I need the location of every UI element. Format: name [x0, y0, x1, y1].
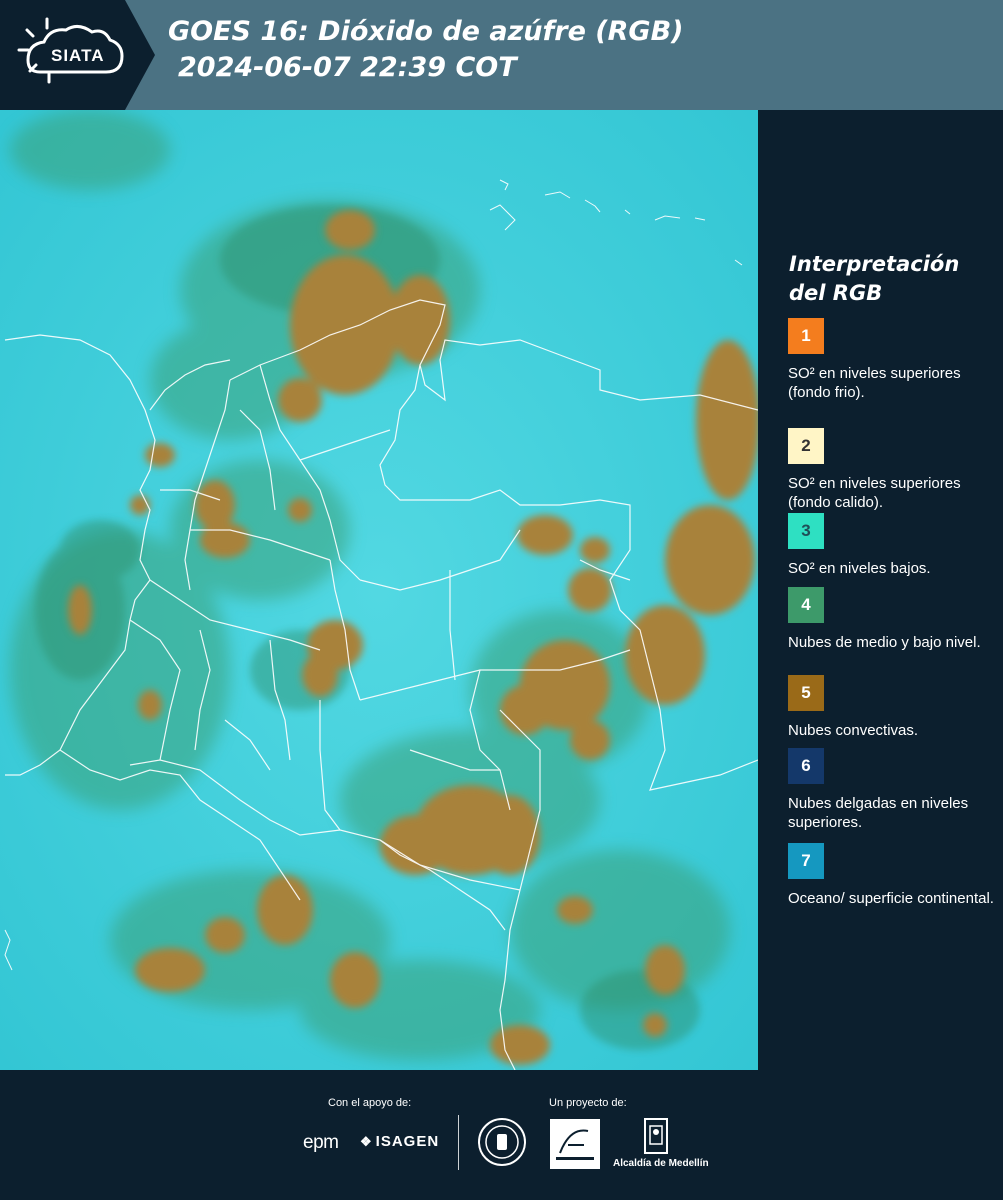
- legend-item: 5 Nubes convectivas.: [788, 675, 998, 740]
- legend-title: Interpretación del RGB: [789, 250, 989, 308]
- legend-swatch: 2: [788, 428, 824, 464]
- legend-text: Nubes convectivas.: [788, 722, 919, 739]
- isagen-text: ISAGEN: [375, 1133, 440, 1150]
- siata-logo: SIATA: [0, 0, 155, 110]
- legend-text: Oceano/ superficie continental.: [788, 890, 994, 907]
- area-metropolitana-logo: [550, 1119, 600, 1169]
- medellin-seal-logo: [478, 1118, 526, 1166]
- legend-item: 3 SO² en niveles bajos.: [788, 513, 998, 578]
- header-bar: SIATA GOES 16: Dióxido de azúfre (RGB) 2…: [0, 0, 1003, 110]
- satellite-map: [0, 110, 758, 1070]
- alcaldia-label: Alcaldía de Medellín: [613, 1158, 709, 1169]
- legend-text: Nubes de medio y bajo nivel.: [788, 634, 981, 651]
- legend-swatch: 3: [788, 513, 824, 549]
- legend-item: 6 Nubes delgadas en niveles superiores.: [788, 748, 998, 832]
- legend-item: 4 Nubes de medio y bajo nivel.: [788, 587, 998, 652]
- isagen-mark-icon: ❖: [360, 1134, 373, 1149]
- legend-item: 2 SO² en niveles superiores (fondo calido…: [788, 428, 998, 512]
- legend-text: SO² en niveles superiores (fondo frio).: [788, 365, 961, 401]
- legend-text: SO² en niveles bajos.: [788, 560, 931, 577]
- alcaldia-shield-logo: [644, 1118, 668, 1154]
- title-timestamp: 2024-06-07 22:39 COT: [178, 52, 517, 83]
- legend-swatch: 4: [788, 587, 824, 623]
- legend-text: SO² en niveles superiores (fondo calido)…: [788, 475, 961, 511]
- title-product: GOES 16: Dióxido de azúfre (RGB): [168, 16, 684, 47]
- satellite-image: [0, 110, 758, 1070]
- legend-item: 7 Oceano/ superficie continental.: [788, 843, 998, 908]
- footer-divider: [458, 1115, 459, 1170]
- project-label: Un proyecto de:: [549, 1097, 627, 1109]
- legend-swatch: 1: [788, 318, 824, 354]
- legend-title-line2: del RGB: [789, 281, 883, 305]
- legend-swatch: 5: [788, 675, 824, 711]
- footer-bar: Con el apoyo de: Un proyecto de: epm ❖ IS…: [0, 1070, 1003, 1200]
- legend-swatch: 6: [788, 748, 824, 784]
- legend-item: 1 SO² en niveles superiores (fondo frio).: [788, 318, 998, 402]
- support-label: Con el apoyo de:: [328, 1097, 412, 1109]
- isagen-logo: ❖ ISAGEN: [360, 1133, 439, 1150]
- legend-title-line1: Interpretación: [789, 252, 960, 276]
- epm-logo: epm: [303, 1132, 339, 1153]
- legend-text: Nubes delgadas en niveles superiores.: [788, 795, 969, 831]
- logo-text: SIATA: [51, 46, 105, 65]
- legend-panel: Interpretación del RGB 1 SO² en niveles s…: [758, 110, 1003, 1070]
- page-title: GOES 16: Dióxido de azúfre (RGB) 2024-06…: [168, 14, 684, 86]
- legend-swatch: 7: [788, 843, 824, 879]
